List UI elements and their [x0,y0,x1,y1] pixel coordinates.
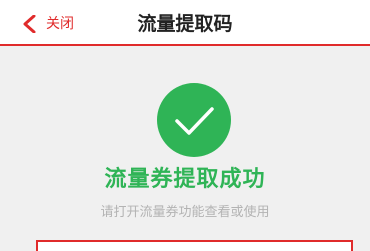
close-button[interactable]: 关闭 [22,12,74,36]
navigation-bar: 关闭 流量提取码 [0,0,370,46]
bottom-action-box[interactable] [36,240,353,251]
check-circle-icon [157,83,231,157]
success-subtitle: 请打开流量券功能查看或使用 [100,205,270,220]
success-title: 流量券提取成功 [104,167,266,192]
page-title: 流量提取码 [137,13,233,35]
page: 关闭 流量提取码 流量券提取成功 请打开流量券功能查看或使用 [0,0,370,251]
chevron-left-icon [23,15,36,33]
close-button-label: 关闭 [46,16,74,32]
